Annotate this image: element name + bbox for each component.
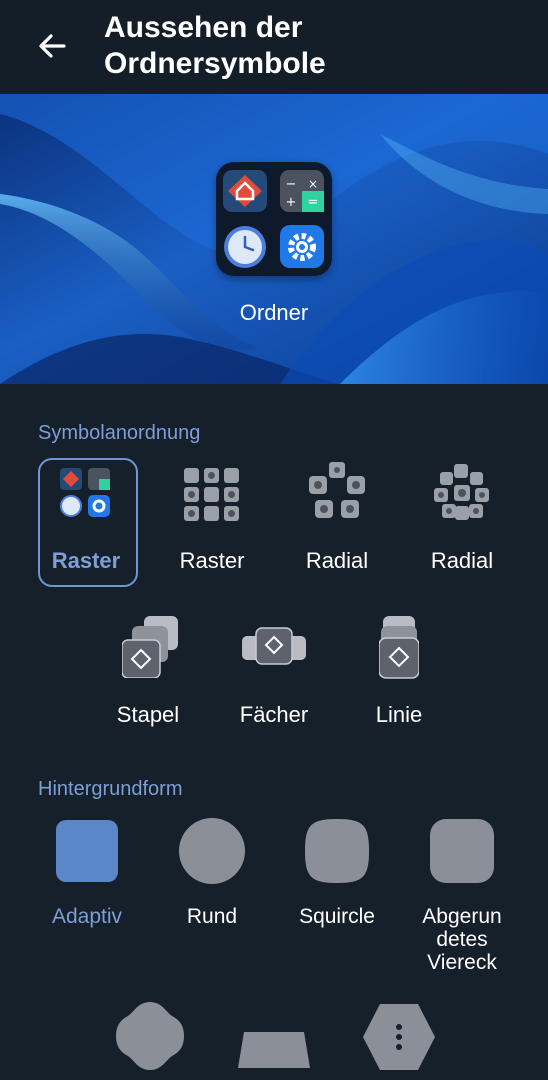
shape-option-label: Squircle bbox=[299, 905, 375, 928]
page-title-line2: Ordnersymbole bbox=[104, 47, 326, 80]
arrangement-option-label: Raster bbox=[179, 548, 245, 573]
hexagon-shape-icon bbox=[363, 1004, 435, 1070]
arrangement-option-line[interactable]: Linie bbox=[339, 614, 459, 730]
fan-arrangement-icon bbox=[242, 627, 306, 665]
trapezoid-shape-icon bbox=[238, 1032, 310, 1068]
round-shape-icon bbox=[179, 818, 245, 884]
app-bar: Aussehen der Ordnersymbole bbox=[0, 0, 548, 94]
clock-icon bbox=[224, 226, 266, 268]
svg-text:=: = bbox=[308, 195, 319, 210]
svg-text:×: × bbox=[308, 177, 318, 191]
svg-text:+: + bbox=[286, 195, 297, 210]
shape-option-label: Rund bbox=[186, 905, 238, 928]
arrangement-option-label: Radial bbox=[305, 548, 369, 573]
radial-arrangement-icon bbox=[309, 462, 365, 518]
adaptive-shape-icon bbox=[56, 820, 118, 882]
shape-option-label-multiline: Abgerun detes Viereck bbox=[406, 905, 518, 974]
arrangement-option-label: Radial bbox=[430, 548, 494, 573]
line-arrangement-icon bbox=[379, 616, 419, 679]
cloud-shape-icon bbox=[116, 1002, 184, 1070]
settings-gear-icon bbox=[280, 225, 324, 268]
shape-option-label-line3: Viereck bbox=[427, 951, 497, 974]
page-title: Aussehen der Ordnersymbole bbox=[104, 10, 524, 82]
shape-option-trapezoid[interactable] bbox=[238, 1032, 310, 1077]
svg-text:−: − bbox=[286, 177, 297, 192]
arrangement-section-label: Symbolanordnung bbox=[38, 422, 201, 444]
folder-label: Ordner bbox=[239, 300, 309, 325]
arrow-left-icon[interactable] bbox=[34, 28, 70, 64]
rounded-square-shape-icon bbox=[430, 819, 494, 883]
shape-option-rounded-square[interactable] bbox=[430, 819, 494, 888]
shape-option-squircle[interactable] bbox=[305, 819, 369, 888]
radial-dense-arrangement-icon bbox=[434, 464, 489, 520]
arrangement-option-stack[interactable]: Stapel bbox=[88, 614, 208, 730]
folder-icon-grid: − × + = bbox=[223, 170, 324, 268]
arrangement-option-label: Raster bbox=[51, 548, 121, 573]
folder-preview: − × + = bbox=[216, 162, 332, 276]
shape-option-label: Adaptiv bbox=[51, 905, 123, 928]
squircle-shape-icon bbox=[305, 819, 369, 883]
arrangement-option-label: Linie bbox=[375, 702, 423, 727]
nova-launcher-icon bbox=[223, 170, 267, 212]
background-shape-section-label: Hintergrundform bbox=[38, 778, 183, 800]
stack-arrangement-icon bbox=[122, 616, 178, 678]
arrangement-option-grid-3x3[interactable]: Raster bbox=[152, 462, 272, 582]
calculator-icon: − × + = bbox=[280, 170, 324, 212]
arrangement-option-label: Stapel bbox=[116, 702, 180, 727]
shape-option-adaptive[interactable] bbox=[56, 820, 118, 887]
page-title-line1: Aussehen der bbox=[104, 11, 303, 44]
arrangement-option-label: Fächer bbox=[239, 702, 309, 727]
grid-arrangement-icon bbox=[60, 468, 110, 517]
arrangement-option-grid[interactable]: Raster bbox=[26, 462, 146, 582]
shape-option-round[interactable] bbox=[178, 817, 246, 890]
more-vertical-icon bbox=[396, 1024, 402, 1050]
arrangement-option-radial-dense[interactable]: Radial bbox=[402, 462, 522, 582]
shape-option-label-line1: Abgerun bbox=[422, 905, 502, 928]
shape-option-label-line2: detes bbox=[436, 928, 488, 951]
shape-option-cloud[interactable] bbox=[114, 1000, 186, 1077]
grid-3x3-arrangement-icon bbox=[184, 468, 239, 521]
shape-option-hexagon[interactable] bbox=[362, 1002, 436, 1077]
arrangement-option-radial[interactable]: Radial bbox=[277, 462, 397, 582]
arrangement-option-fan[interactable]: Fächer bbox=[214, 614, 334, 730]
